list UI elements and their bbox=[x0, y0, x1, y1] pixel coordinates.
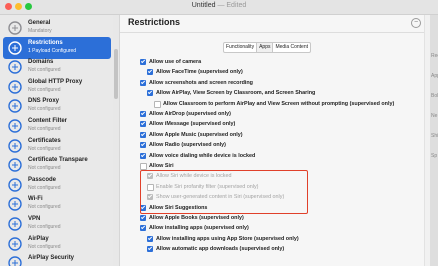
sidebar-item-airplay-security[interactable]: AirPlay Security bbox=[3, 252, 111, 266]
sidebar-item-certificate-transpare[interactable]: Certificate Transpare Not configured bbox=[3, 154, 111, 176]
window-title: Untitled — Edited bbox=[0, 2, 438, 9]
sidebar-item-label: Wi-Fi bbox=[28, 196, 43, 203]
sidebar-item-label: AirPlay Security bbox=[28, 255, 75, 262]
sidebar-item-label: Content Filter bbox=[28, 118, 67, 124]
lock-icon bbox=[7, 177, 23, 193]
sidebar-item-general[interactable]: General Mandatory bbox=[3, 17, 111, 39]
panel-title: Restrictions bbox=[128, 17, 181, 27]
sidebar-item-label: AirPlay bbox=[28, 235, 49, 242]
tab-bar: Functionality Apps Media Content bbox=[223, 42, 312, 53]
tab-media-content[interactable]: Media Content bbox=[273, 43, 310, 52]
sidebar-item-status: Not configured bbox=[28, 184, 61, 191]
sidebar-item-status: Not configured bbox=[28, 67, 61, 74]
payload-sidebar: General Mandatory Restrictions 1 Payload Co… bbox=[0, 15, 114, 266]
sidebar-scrollbar[interactable] bbox=[113, 15, 120, 266]
option-label: Allow use of camera bbox=[149, 59, 202, 65]
option-checkbox[interactable] bbox=[147, 235, 153, 242]
sidebar-item-label: Restrictions bbox=[28, 39, 63, 46]
sidebar-item-label: Domains bbox=[28, 59, 54, 66]
sidebar-item-status: 1 Payload Configured bbox=[28, 47, 77, 54]
option-label: Allow AirDrop (supervised only) bbox=[149, 111, 231, 117]
sidebar-item-label: DNS Proxy bbox=[28, 98, 60, 105]
sidebar-item-vpn[interactable]: VPN Not configured bbox=[3, 213, 111, 235]
option-checkbox[interactable] bbox=[140, 225, 146, 232]
sidebar-item-status: Not configured bbox=[28, 165, 61, 172]
right-strip-text: Bolo bbox=[431, 93, 438, 99]
sidebar-item-status: Not configured bbox=[28, 243, 61, 250]
option-label: Allow iMessage (supervised only) bbox=[149, 121, 236, 128]
option-label: Allow automatic app downloads (supervise… bbox=[156, 246, 285, 253]
sidebar-item-label: Certificate Transpare bbox=[28, 157, 88, 164]
sidebar-item-status: Not configured bbox=[28, 86, 61, 93]
panel-divider bbox=[120, 32, 430, 33]
option-checkbox[interactable] bbox=[140, 163, 147, 170]
restrictions-icon bbox=[7, 40, 23, 56]
siri-highlight-box bbox=[140, 170, 308, 214]
tab-apps[interactable]: Apps bbox=[257, 43, 274, 52]
option-checkbox[interactable] bbox=[140, 152, 146, 159]
sidebar-item-label: General bbox=[28, 20, 51, 26]
option-checkbox[interactable] bbox=[140, 121, 146, 128]
sidebar-item-label: Global HTTP Proxy bbox=[28, 78, 83, 85]
sidebar-item-status: Not configured bbox=[28, 204, 61, 211]
airplay-security-icon bbox=[7, 255, 23, 266]
vpn-icon bbox=[7, 216, 23, 232]
option-label: Allow installing apps using App Store (s… bbox=[156, 235, 299, 242]
right-strip-text: Shirt bbox=[431, 133, 438, 139]
title-bar: Untitled — Edited bbox=[0, 0, 438, 15]
gear-icon bbox=[7, 20, 23, 36]
sidebar-item-status: Not configured bbox=[28, 224, 61, 230]
restrictions-panel: Restrictions − Functionality Apps Media Co… bbox=[120, 15, 430, 266]
sidebar-item-label: VPN bbox=[28, 216, 41, 222]
option-checkbox[interactable] bbox=[147, 246, 153, 253]
right-strip-text: Sp bbox=[431, 153, 438, 159]
remove-payload-button[interactable]: − bbox=[411, 18, 421, 28]
sidebar-item-domains[interactable]: Domains Not configured bbox=[3, 56, 111, 78]
sidebar-item-label: Passcode bbox=[28, 176, 57, 183]
content-filter-icon bbox=[7, 118, 23, 134]
domains-icon bbox=[7, 59, 23, 75]
right-panel-strip: Rec Apps Bolo Ne Shirt Sp bbox=[430, 15, 438, 266]
option-label: Allow Apple Music (supervised only) bbox=[149, 131, 243, 138]
option-checkbox[interactable] bbox=[154, 100, 161, 108]
tab-functionality[interactable]: Functionality bbox=[224, 43, 258, 52]
option-label: Allow Classroom to perform AirPlay and V… bbox=[163, 100, 395, 107]
sidebar-item-status: Not configured bbox=[28, 145, 61, 152]
option-checkbox[interactable] bbox=[140, 79, 146, 86]
window-title-edited: — Edited bbox=[217, 2, 247, 9]
sidebar-scroll-thumb[interactable] bbox=[114, 49, 118, 99]
dns-proxy-icon bbox=[7, 98, 23, 114]
certificate-icon bbox=[7, 138, 23, 154]
option-label: Allow Apple Books (supervised only) bbox=[149, 215, 244, 221]
option-checkbox[interactable] bbox=[140, 131, 146, 138]
sidebar-item-status: Not configured bbox=[28, 106, 61, 113]
option-label: Allow Radio (supervised only) bbox=[149, 142, 226, 149]
right-strip-text: Apps bbox=[431, 73, 438, 79]
globe-icon bbox=[7, 79, 23, 95]
sidebar-item-label: Certificates bbox=[28, 137, 61, 144]
right-strip-text: Ne bbox=[431, 113, 438, 119]
option-checkbox[interactable] bbox=[140, 59, 146, 65]
option-checkbox[interactable] bbox=[147, 69, 153, 76]
option-checkbox[interactable] bbox=[140, 215, 146, 221]
option-label: Allow screenshots and screen recording bbox=[149, 79, 253, 86]
option-label: Allow installing apps (supervised only) bbox=[149, 225, 249, 232]
option-label: Allow AirPlay, View Screen by Classroom,… bbox=[156, 90, 316, 97]
sidebar-item-content-filter[interactable]: Content Filter Not configured bbox=[3, 115, 111, 137]
option-checkbox[interactable] bbox=[147, 90, 153, 97]
option-checkbox[interactable] bbox=[140, 142, 146, 149]
right-strip-text: Rec bbox=[431, 53, 438, 59]
option-label: Allow FaceTime (supervised only) bbox=[156, 69, 243, 76]
sidebar-item-status: Mandatory bbox=[28, 28, 52, 34]
sidebar-item-status: Not configured bbox=[28, 126, 61, 132]
option-label: Allow voice dialing while device is lock… bbox=[149, 152, 256, 159]
window-title-text: Untitled bbox=[191, 2, 216, 9]
wifi-icon bbox=[7, 196, 23, 212]
airplay-icon bbox=[7, 236, 23, 252]
option-checkbox[interactable] bbox=[140, 111, 146, 117]
certificate-transparency-icon bbox=[7, 157, 23, 173]
